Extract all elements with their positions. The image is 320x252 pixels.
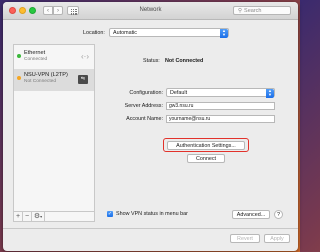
action-menu-button[interactable]: ⚙▾ — [32, 212, 45, 221]
service-name: Ethernet — [24, 50, 46, 56]
service-list: Ethernet Connected ‹·› NSU-VPN (L2TP) No… — [13, 44, 95, 212]
service-item-nsu-vpn[interactable]: NSU-VPN (L2TP) Not Connected ⇋ — [14, 69, 94, 91]
connect-button[interactable]: Connect — [187, 154, 225, 163]
location-popup[interactable]: Automatic ▲ ▼ — [109, 28, 229, 38]
server-address-field[interactable]: gw3.nsu.ru — [166, 102, 275, 110]
popup-arrows-icon: ▲ ▼ — [220, 28, 228, 38]
configuration-label: Configuration: — [129, 90, 163, 96]
authentication-settings-button[interactable]: Authentication Settings... — [167, 141, 245, 150]
status-dot — [17, 76, 21, 80]
account-name-field[interactable]: yourname@nsu.ru — [166, 115, 275, 123]
revert-button[interactable]: Revert — [230, 234, 260, 243]
search-placeholder: Search — [244, 8, 262, 14]
network-preferences-window: ‹ › Network ⚲ Search Location: Automatic … — [3, 2, 298, 251]
plus-icon: + — [15, 213, 21, 220]
add-service-button[interactable]: + — [14, 212, 23, 221]
vpn-icon: ⇋ — [78, 75, 88, 84]
location-value: Automatic — [113, 30, 137, 36]
help-button[interactable]: ? — [274, 210, 283, 219]
service-name: NSU-VPN (L2TP) — [24, 72, 68, 78]
popup-arrows-icon: ▲ ▼ — [266, 88, 274, 98]
status-dot — [17, 54, 21, 58]
chevron-down-icon: ▾ — [40, 214, 43, 219]
status-value: Not Connected — [165, 58, 204, 64]
apply-button[interactable]: Apply — [264, 234, 290, 243]
search-icon: ⚲ — [238, 8, 243, 14]
show-vpn-status-label: Show VPN status in menu bar — [116, 211, 188, 217]
service-status: Connected — [24, 57, 48, 62]
minus-icon: − — [24, 213, 30, 220]
remove-service-button[interactable]: − — [23, 212, 32, 221]
ethernet-icon: ‹·› — [81, 52, 89, 61]
configuration-popup[interactable]: Default ▲ ▼ — [166, 88, 275, 98]
advanced-button[interactable]: Advanced... — [232, 210, 270, 219]
search-field[interactable]: ⚲ Search — [233, 6, 291, 15]
service-status: Not Connected — [24, 79, 56, 84]
account-name-label: Account Name: — [126, 116, 163, 122]
title-bar: ‹ › Network ⚲ Search — [3, 2, 298, 20]
divider — [3, 228, 298, 229]
location-label: Location: — [83, 30, 105, 36]
configuration-value: Default — [170, 90, 188, 96]
checkmark-icon: ✓ — [107, 211, 113, 217]
service-item-ethernet[interactable]: Ethernet Connected ‹·› — [14, 47, 94, 69]
server-address-label: Server Address: — [124, 103, 163, 109]
show-vpn-status-checkbox[interactable]: ✓ — [107, 211, 113, 217]
status-label: Status: — [143, 58, 160, 64]
service-list-toolbar: + − ⚙▾ — [13, 212, 95, 222]
